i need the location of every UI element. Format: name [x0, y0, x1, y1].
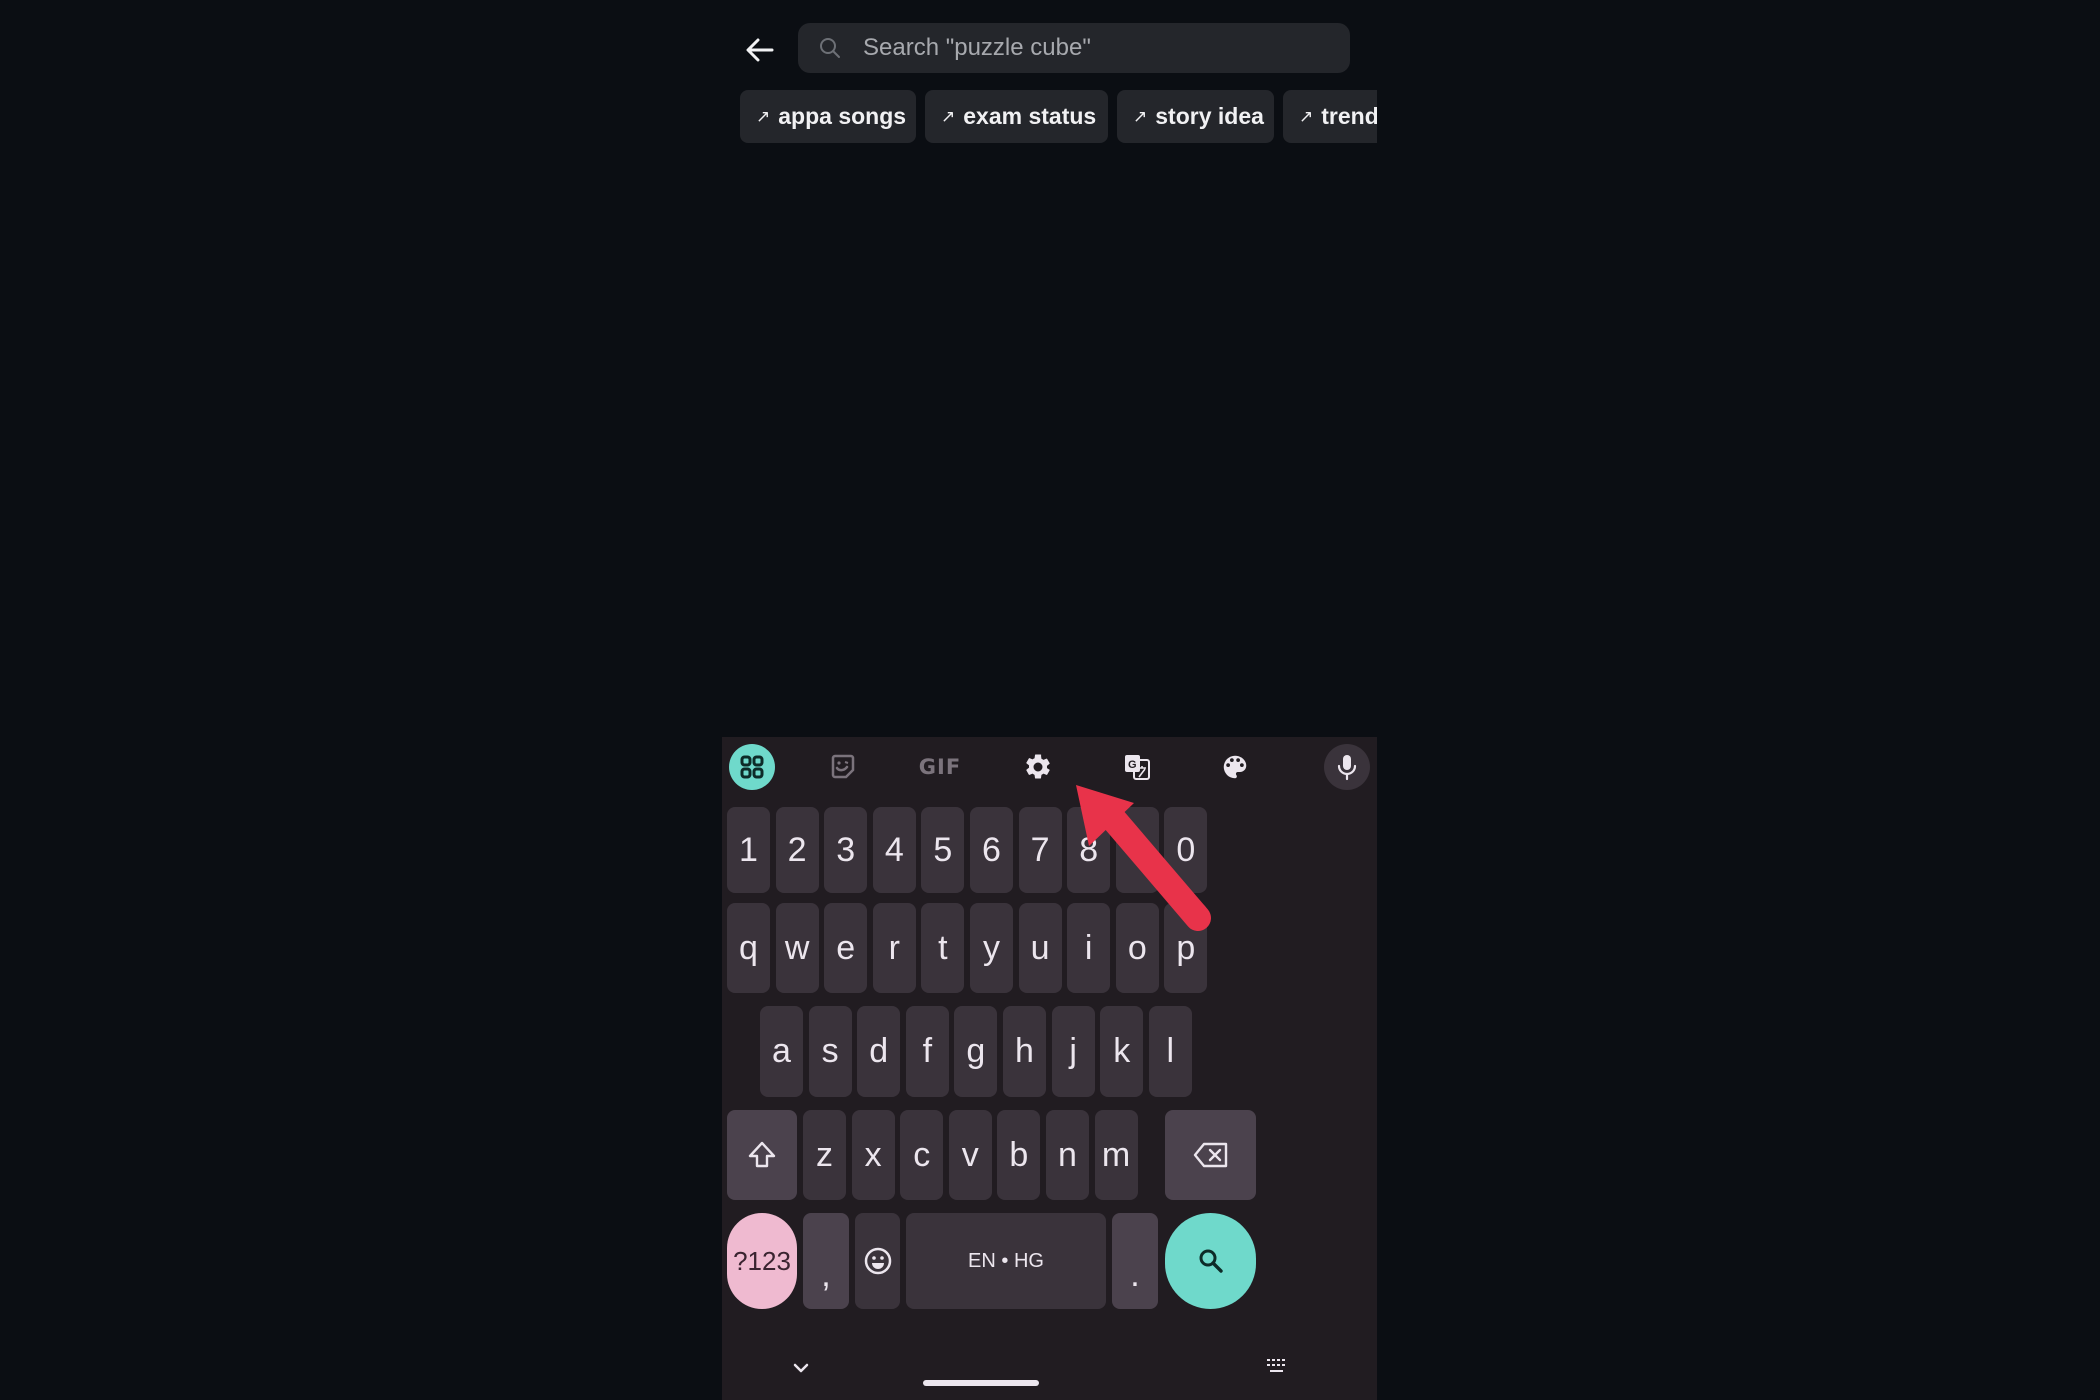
key-a[interactable]: a: [760, 1006, 803, 1097]
palette-icon: [1223, 755, 1247, 779]
search-enter-key[interactable]: [1165, 1213, 1256, 1309]
suggestion-chips: ↗ appa songs ↗ exam status ↗ story idea ↗ tr…: [740, 90, 1377, 143]
key-d[interactable]: d: [857, 1006, 901, 1097]
backspace-key[interactable]: [1165, 1110, 1256, 1200]
gif-button[interactable]: GIF: [917, 744, 963, 790]
suggestion-chip[interactable]: ↗ appa songs: [740, 90, 916, 143]
sticker-icon: [831, 754, 855, 779]
chip-label: appa songs: [778, 103, 907, 129]
key-q[interactable]: q: [727, 903, 770, 993]
key-2[interactable]: 2: [775, 807, 819, 893]
chevron-down-icon: [793, 1363, 809, 1373]
suggestion-chip[interactable]: ↗ trend: [1283, 90, 1377, 143]
period-key[interactable]: .: [1112, 1213, 1158, 1309]
emoji-icon: [864, 1247, 891, 1275]
chip-label: exam status: [963, 103, 1097, 129]
backspace-icon: [1193, 1142, 1227, 1168]
key-1[interactable]: 1: [727, 807, 770, 893]
sticker-button[interactable]: [820, 744, 866, 790]
key-7[interactable]: 7: [1018, 807, 1062, 893]
key-3[interactable]: 3: [824, 807, 868, 893]
key-o[interactable]: o: [1115, 903, 1159, 993]
voice-input-button[interactable]: [1324, 744, 1370, 790]
key-e[interactable]: e: [824, 903, 868, 993]
settings-button[interactable]: [1015, 744, 1061, 790]
trending-arrow-icon: ↗: [756, 107, 771, 126]
theme-button[interactable]: [1212, 744, 1258, 790]
grid-icon: [740, 755, 764, 779]
key-j[interactable]: j: [1051, 1006, 1095, 1097]
svg-text:G: G: [1128, 759, 1137, 771]
suggestion-chip[interactable]: ↗ exam status: [925, 90, 1108, 143]
key-l[interactable]: l: [1148, 1006, 1192, 1097]
translate-icon: G: [1125, 755, 1150, 780]
key-m[interactable]: m: [1094, 1110, 1138, 1200]
key-p[interactable]: p: [1164, 903, 1208, 993]
key-c[interactable]: c: [900, 1110, 944, 1200]
translate-button[interactable]: G: [1114, 744, 1160, 790]
key-k[interactable]: k: [1100, 1006, 1144, 1097]
key-t[interactable]: t: [921, 903, 965, 993]
key-z[interactable]: z: [803, 1110, 846, 1200]
search-icon: [1199, 1249, 1223, 1273]
key-i[interactable]: i: [1067, 903, 1111, 993]
key-5[interactable]: 5: [921, 807, 965, 893]
home-indicator[interactable]: [923, 1380, 1039, 1386]
chip-label: story idea: [1155, 103, 1264, 129]
key-4[interactable]: 4: [872, 807, 916, 893]
emoji-key[interactable]: [855, 1213, 900, 1309]
key-y[interactable]: y: [970, 903, 1013, 993]
key-g[interactable]: g: [954, 1006, 998, 1097]
back-button[interactable]: [740, 30, 780, 70]
shift-key[interactable]: [727, 1110, 797, 1200]
key-r[interactable]: r: [872, 903, 916, 993]
keyboard-icon: [1267, 1359, 1285, 1372]
key-x[interactable]: x: [851, 1110, 895, 1200]
key-v[interactable]: v: [948, 1110, 992, 1200]
symbols-key[interactable]: ?123: [727, 1213, 797, 1309]
keyboard: GIF G ?123 , EN • HG . 1 2 3 4 5 6 7 8 9…: [722, 737, 1377, 1400]
key-f[interactable]: f: [905, 1006, 949, 1097]
mic-icon: [1337, 755, 1357, 781]
hide-keyboard-button[interactable]: [788, 1357, 814, 1379]
key-u[interactable]: u: [1018, 903, 1062, 993]
key-9[interactable]: 9: [1115, 807, 1159, 893]
key-n[interactable]: n: [1046, 1110, 1089, 1200]
trending-arrow-icon: ↗: [1299, 107, 1314, 126]
key-8[interactable]: 8: [1067, 807, 1111, 893]
gif-icon: GIF: [918, 755, 962, 779]
search-placeholder: Search "puzzle cube": [863, 34, 1091, 61]
search-input[interactable]: Search "puzzle cube": [798, 23, 1350, 73]
suggestion-chip[interactable]: ↗ story idea: [1117, 90, 1274, 143]
space-key[interactable]: EN • HG: [906, 1213, 1106, 1309]
keyboard-switch-button[interactable]: [1264, 1354, 1290, 1378]
gear-icon: [1026, 754, 1050, 779]
chip-label: trend: [1321, 103, 1377, 129]
key-6[interactable]: 6: [970, 807, 1013, 893]
key-w[interactable]: w: [775, 903, 819, 993]
trending-arrow-icon: ↗: [941, 107, 956, 126]
key-h[interactable]: h: [1003, 1006, 1046, 1097]
arrow-left-icon: [746, 38, 774, 62]
apps-grid-button[interactable]: [729, 744, 775, 790]
comma-key[interactable]: ,: [803, 1213, 849, 1309]
shift-icon: [748, 1141, 776, 1168]
key-b[interactable]: b: [997, 1110, 1041, 1200]
key-0[interactable]: 0: [1164, 807, 1208, 893]
search-icon: [820, 38, 840, 58]
trending-arrow-icon: ↗: [1133, 107, 1148, 126]
key-s[interactable]: s: [808, 1006, 852, 1097]
